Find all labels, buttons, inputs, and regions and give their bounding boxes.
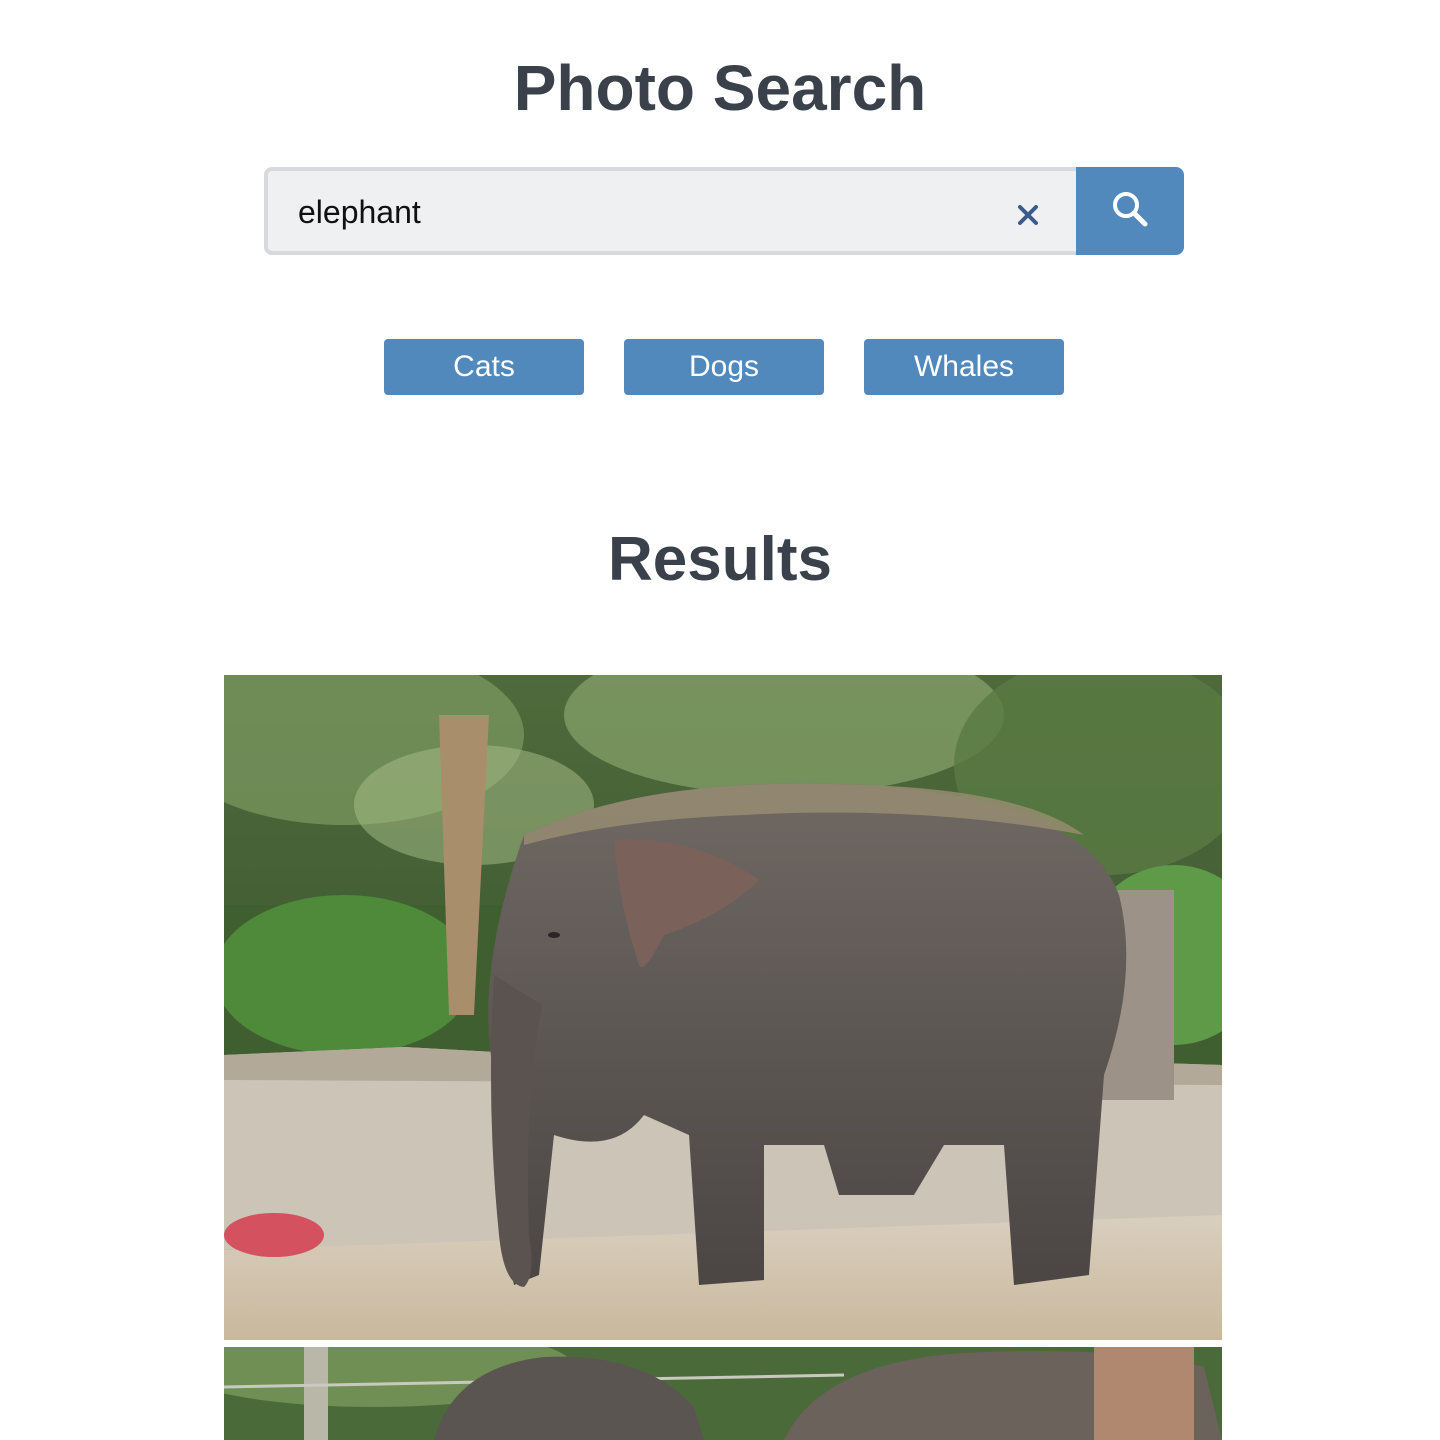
photo-search-page: Photo Search Cats Dogs Whales Results (0, 0, 1440, 1440)
search-field (264, 167, 1076, 255)
tag-button-dogs[interactable]: Dogs (624, 339, 824, 395)
tag-button-whales[interactable]: Whales (864, 339, 1064, 395)
search-icon (1113, 192, 1148, 227)
clear-search-button[interactable] (1014, 201, 1042, 229)
tag-button-cats[interactable]: Cats (384, 339, 584, 395)
search-button[interactable] (1076, 167, 1184, 255)
close-icon (1018, 205, 1038, 225)
search-bar (264, 167, 1184, 255)
search-input[interactable] (298, 189, 978, 235)
elephants-photo (224, 1347, 1222, 1440)
result-photo[interactable] (224, 1347, 1222, 1440)
elephant-photo (224, 675, 1222, 1340)
results-title: Results (608, 525, 832, 594)
result-photo[interactable] (224, 675, 1222, 1340)
page-title: Photo Search (513, 52, 927, 124)
